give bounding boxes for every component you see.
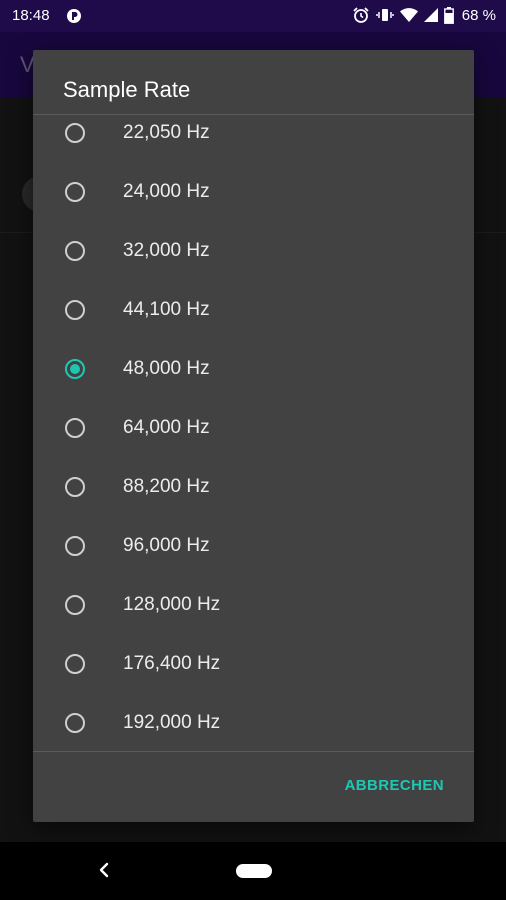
option-128000[interactable]: 128,000 Hz xyxy=(33,575,474,634)
battery-percent: 68 % xyxy=(461,6,496,24)
dialog-title: Sample Rate xyxy=(63,77,191,102)
status-time: 18:48 xyxy=(12,7,50,24)
radio-button[interactable] xyxy=(65,476,85,497)
option-label: 64,000 Hz xyxy=(123,416,210,438)
alarm-icon xyxy=(352,6,370,24)
sample-rate-dialog: Sample Rate 22,050 Hz 24,000 Hz 32,000 H… xyxy=(33,50,474,822)
option-48000[interactable]: 48,000 Hz xyxy=(33,339,474,398)
option-label: 44,100 Hz xyxy=(123,298,210,320)
radio-button[interactable] xyxy=(65,122,85,143)
option-44100[interactable]: 44,100 Hz xyxy=(33,280,474,339)
option-label: 192,000 Hz xyxy=(123,711,221,733)
option-24000[interactable]: 24,000 Hz xyxy=(33,162,474,221)
radio-button[interactable] xyxy=(65,299,85,320)
option-label: 88,200 Hz xyxy=(123,475,210,497)
radio-button-selected[interactable] xyxy=(65,358,85,379)
option-176400[interactable]: 176,400 Hz xyxy=(33,634,474,693)
home-pill[interactable] xyxy=(236,864,272,878)
option-label: 96,000 Hz xyxy=(123,534,210,556)
option-192000[interactable]: 192,000 Hz xyxy=(33,693,474,751)
radio-button[interactable] xyxy=(65,181,85,202)
dialog-divider-bottom xyxy=(33,751,474,752)
option-label: 176,400 Hz xyxy=(123,652,221,674)
option-96000[interactable]: 96,000 Hz xyxy=(33,516,474,575)
back-icon[interactable] xyxy=(96,861,110,884)
option-label: 128,000 Hz xyxy=(123,593,221,615)
radio-button[interactable] xyxy=(65,594,85,615)
status-icons: 68 % xyxy=(352,6,496,24)
option-88200[interactable]: 88,200 Hz xyxy=(33,457,474,516)
radio-button[interactable] xyxy=(65,417,85,438)
radio-button[interactable] xyxy=(65,653,85,674)
wifi-icon xyxy=(399,7,418,23)
status-bar: 18:48 68 % xyxy=(0,0,506,32)
option-32000[interactable]: 32,000 Hz xyxy=(33,221,474,280)
cell-signal-icon xyxy=(423,7,438,23)
option-label: 32,000 Hz xyxy=(123,239,210,261)
navigation-bar xyxy=(0,842,506,900)
option-64000[interactable]: 64,000 Hz xyxy=(33,398,474,457)
battery-icon xyxy=(443,6,454,24)
option-label: 48,000 Hz xyxy=(123,357,210,379)
radio-button[interactable] xyxy=(65,535,85,556)
option-label: 22,050 Hz xyxy=(123,121,210,143)
cancel-button[interactable]: ABBRECHEN xyxy=(345,777,444,794)
app-notification-icon xyxy=(66,8,82,24)
option-label: 24,000 Hz xyxy=(123,180,210,202)
radio-button[interactable] xyxy=(65,240,85,261)
sample-rate-list[interactable]: 22,050 Hz 24,000 Hz 32,000 Hz 44,100 Hz … xyxy=(33,115,474,751)
option-22050[interactable]: 22,050 Hz xyxy=(33,115,474,162)
radio-button[interactable] xyxy=(65,712,85,733)
vibrate-icon xyxy=(376,6,394,24)
